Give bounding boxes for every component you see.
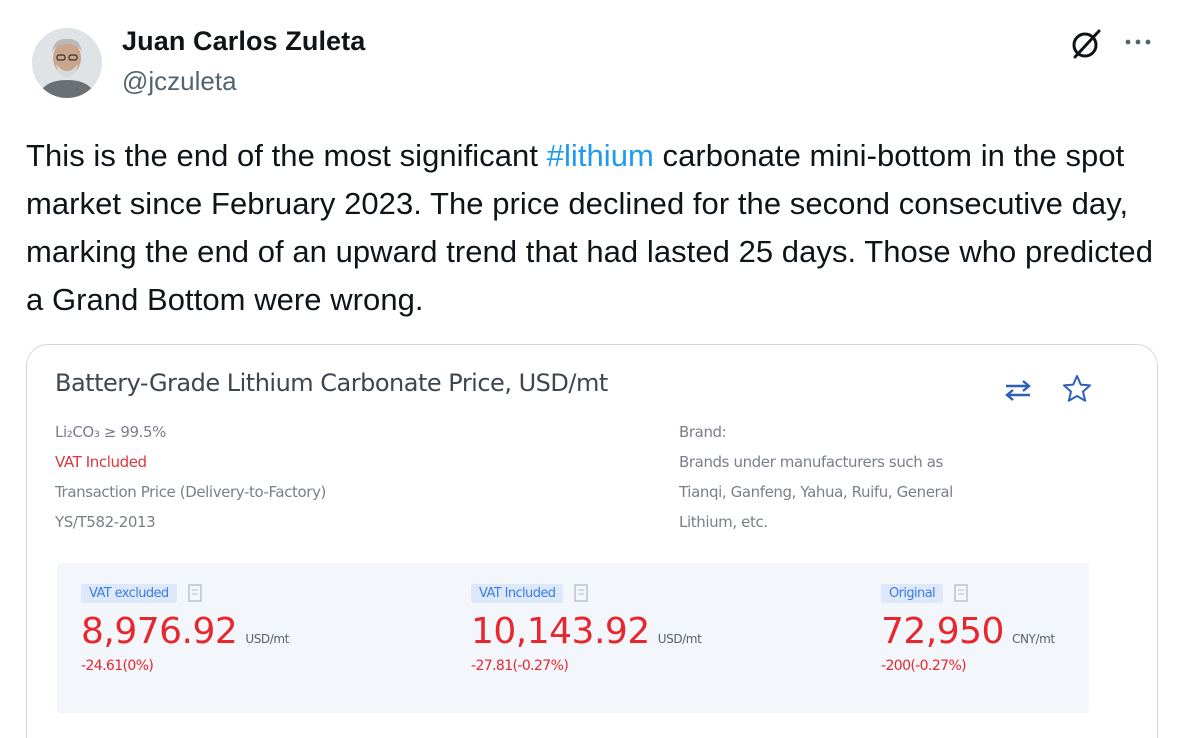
spec-standard: YS/T582-2013 — [55, 513, 156, 531]
spec-list-left: Li₂CO₃ ≥ 99.5% VAT Included Transaction … — [55, 417, 326, 537]
tag-original: Original — [881, 583, 944, 603]
price-block-vat-excluded: VAT excluded 8,976.92 USD/mt -24.61(0%) — [81, 581, 289, 674]
price-panel: VAT excluded 8,976.92 USD/mt -24.61(0%) … — [57, 563, 1089, 713]
star-icon — [1061, 373, 1093, 405]
tweet-header: Juan Carlos Zuleta @jczuleta — [24, 22, 1160, 106]
price-block-vat-included: VAT Included 10,143.92 USD/mt -27.81(-0.… — [471, 581, 702, 674]
author-name[interactable]: Juan Carlos Zuleta — [122, 26, 365, 57]
spec-brand-label: Brand: — [679, 423, 727, 441]
tweet-text-before: This is the end of the most significant — [26, 138, 547, 173]
tag-vat-excluded: VAT excluded — [81, 583, 177, 603]
media-title: Battery-Grade Lithium Carbonate Price, U… — [55, 369, 608, 397]
price-unit: USD/mt — [245, 632, 289, 646]
price-value: 10,143.92 — [471, 611, 650, 652]
tag-vat-included: VAT Included — [471, 583, 564, 603]
document-icon — [573, 584, 589, 602]
spec-purity: Li₂CO₃ ≥ 99.5% — [55, 423, 166, 441]
price-change: -24.61(0%) — [81, 658, 154, 674]
price-change: -200(-0.27%) — [881, 658, 967, 674]
price-unit: USD/mt — [657, 632, 702, 646]
price-value: 8,976.92 — [81, 611, 238, 652]
spec-brand-line-1: Brands under manufacturers such as — [679, 453, 943, 471]
spec-vat: VAT Included — [55, 453, 147, 471]
more-horizontal-icon[interactable] — [1120, 24, 1156, 60]
spec-list-right: Brand: Brands under manufacturers such a… — [679, 417, 1039, 537]
price-unit: CNY/mt — [1011, 632, 1055, 646]
spec-transaction: Transaction Price (Delivery-to-Factory) — [55, 483, 326, 501]
document-icon — [953, 584, 969, 602]
media-image[interactable]: Battery-Grade Lithium Carbonate Price, U… — [26, 344, 1158, 738]
spec-brand-line-2: Tianqi, Ganfeng, Yahua, Ruifu, General — [679, 483, 953, 501]
swap-arrows-icon — [1003, 377, 1033, 403]
price-change: -27.81(-0.27%) — [471, 658, 569, 674]
price-block-original: Original 72,950 CNY/mt -200(-0.27%) — [881, 581, 1055, 674]
grok-icon[interactable] — [1068, 26, 1104, 62]
tweet-text: This is the end of the most significant … — [26, 132, 1166, 324]
avatar[interactable] — [32, 28, 102, 98]
document-icon — [187, 584, 203, 602]
author-handle[interactable]: @jczuleta — [122, 66, 237, 97]
price-value: 72,950 — [881, 611, 1004, 652]
spec-brand-line-3: Lithium, etc. — [679, 513, 768, 531]
hashtag-link[interactable]: #lithium — [547, 138, 654, 173]
